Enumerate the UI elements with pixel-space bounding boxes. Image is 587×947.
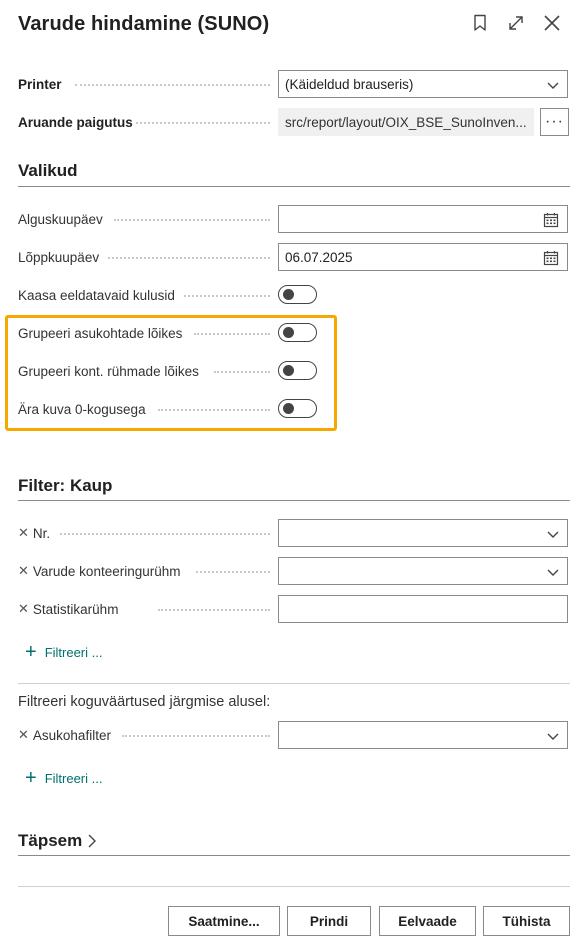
- advanced-toggle[interactable]: Täpsem: [18, 831, 97, 851]
- page-title: Varude hindamine (SUNO): [18, 13, 270, 35]
- filter-label-nr: Nr.: [32, 525, 51, 541]
- leader-dots: [196, 571, 270, 573]
- group-by-location-label: Grupeeri asukohtade lõikes: [18, 325, 183, 341]
- filter-row-label[interactable]: ✕ Nr.: [18, 519, 50, 547]
- leader-dots: [136, 122, 270, 124]
- add-filter-label: Filtreeri ...: [44, 770, 103, 786]
- toggle-knob: [283, 289, 294, 300]
- remove-filter-icon[interactable]: ✕: [18, 563, 29, 579]
- filter-row-label[interactable]: ✕ Asukohafilter: [18, 721, 111, 749]
- plus-icon: +: [25, 767, 37, 789]
- filter-row-label[interactable]: ✕ Statistikarühm: [18, 595, 118, 623]
- remove-filter-icon[interactable]: ✕: [18, 727, 29, 743]
- remove-filter-icon[interactable]: ✕: [18, 525, 29, 541]
- filter-label-location: Asukohafilter: [32, 727, 111, 743]
- printer-select[interactable]: (Käideldud brauseris): [278, 70, 568, 98]
- print-button[interactable]: Prindi: [287, 906, 371, 936]
- calendar-icon[interactable]: [543, 212, 559, 228]
- calendar-icon[interactable]: [543, 250, 559, 266]
- chevron-down-icon: [547, 569, 559, 576]
- filter-nr-select[interactable]: [278, 519, 568, 547]
- footer-divider: [18, 886, 570, 887]
- hide-zero-qty-label: Ära kuva 0-kogusega: [18, 401, 146, 417]
- report-layout-label: Aruande paigutus: [18, 114, 133, 130]
- report-layout-field[interactable]: src/report/layout/OIX_BSE_SunoInven...: [278, 108, 534, 136]
- cancel-button[interactable]: Tühista: [483, 906, 570, 936]
- leader-dots: [184, 295, 270, 297]
- totals-filter-title: Filtreeri koguväärtused järgmise alusel:: [18, 694, 271, 710]
- end-date-label: Lõppkuupäev: [18, 249, 100, 265]
- chevron-right-icon: [88, 834, 97, 848]
- preview-button[interactable]: Eelvaade: [379, 906, 476, 936]
- close-icon[interactable]: [539, 10, 565, 36]
- filter-location-select[interactable]: [278, 721, 568, 749]
- chevron-down-icon: [547, 531, 559, 538]
- group-by-posting-group-toggle[interactable]: [278, 361, 317, 380]
- report-layout-more-button[interactable]: ···: [540, 108, 569, 136]
- leader-dots: [114, 219, 270, 221]
- start-date-input[interactable]: [278, 205, 568, 233]
- toggle-knob: [283, 327, 294, 338]
- filter-label-statistics-group: Statistikarühm: [32, 601, 119, 617]
- hide-zero-qty-toggle[interactable]: [278, 399, 317, 418]
- section-divider: [18, 855, 570, 856]
- leader-dots: [158, 609, 270, 611]
- chevron-down-icon: [547, 733, 559, 740]
- end-date-value: 06.07.2025: [285, 249, 353, 265]
- section-divider: [18, 186, 570, 187]
- add-filter-button[interactable]: + Filtreeri ...: [25, 767, 103, 789]
- advanced-label: Täpsem: [18, 831, 83, 850]
- leader-dots: [214, 371, 270, 373]
- include-expected-costs-toggle[interactable]: [278, 285, 317, 304]
- section-divider: [18, 500, 570, 501]
- section-divider: [18, 683, 570, 684]
- include-expected-costs-label: Kaasa eeldatavaid kulusid: [18, 287, 175, 303]
- leader-dots: [60, 533, 270, 535]
- section-title-filter-item: Filter: Kaup: [18, 476, 113, 495]
- send-button[interactable]: Saatmine...: [168, 906, 280, 936]
- bookmark-icon[interactable]: [467, 10, 493, 36]
- leader-dots: [75, 84, 270, 86]
- filter-label-inventory-posting-group: Varude konteeringurühm: [32, 563, 181, 579]
- add-filter-button[interactable]: + Filtreeri ...: [25, 641, 103, 663]
- filter-inventory-posting-group-select[interactable]: [278, 557, 568, 585]
- start-date-label: Alguskuupäev: [18, 211, 103, 227]
- leader-dots: [194, 333, 270, 335]
- report-layout-value: src/report/layout/OIX_BSE_SunoInven...: [285, 114, 527, 130]
- toggle-knob: [283, 365, 294, 376]
- filter-row-label[interactable]: ✕ Varude konteeringurühm: [18, 557, 181, 585]
- filter-statistics-group-input[interactable]: [278, 595, 568, 623]
- group-by-location-toggle[interactable]: [278, 323, 317, 342]
- leader-dots: [158, 409, 270, 411]
- end-date-input[interactable]: 06.07.2025: [278, 243, 568, 271]
- toggle-knob: [283, 403, 294, 414]
- section-title-options: Valikud: [18, 161, 78, 180]
- chevron-down-icon: [547, 82, 559, 89]
- leader-dots: [108, 257, 270, 259]
- add-filter-label: Filtreeri ...: [44, 644, 103, 660]
- printer-label: Printer: [18, 76, 62, 92]
- remove-filter-icon[interactable]: ✕: [18, 601, 29, 617]
- plus-icon: +: [25, 641, 37, 663]
- leader-dots: [122, 735, 270, 737]
- group-by-posting-group-label: Grupeeri kont. rühmade lõikes: [18, 363, 199, 379]
- printer-value: (Käideldud brauseris): [285, 76, 414, 92]
- expand-icon[interactable]: [503, 10, 529, 36]
